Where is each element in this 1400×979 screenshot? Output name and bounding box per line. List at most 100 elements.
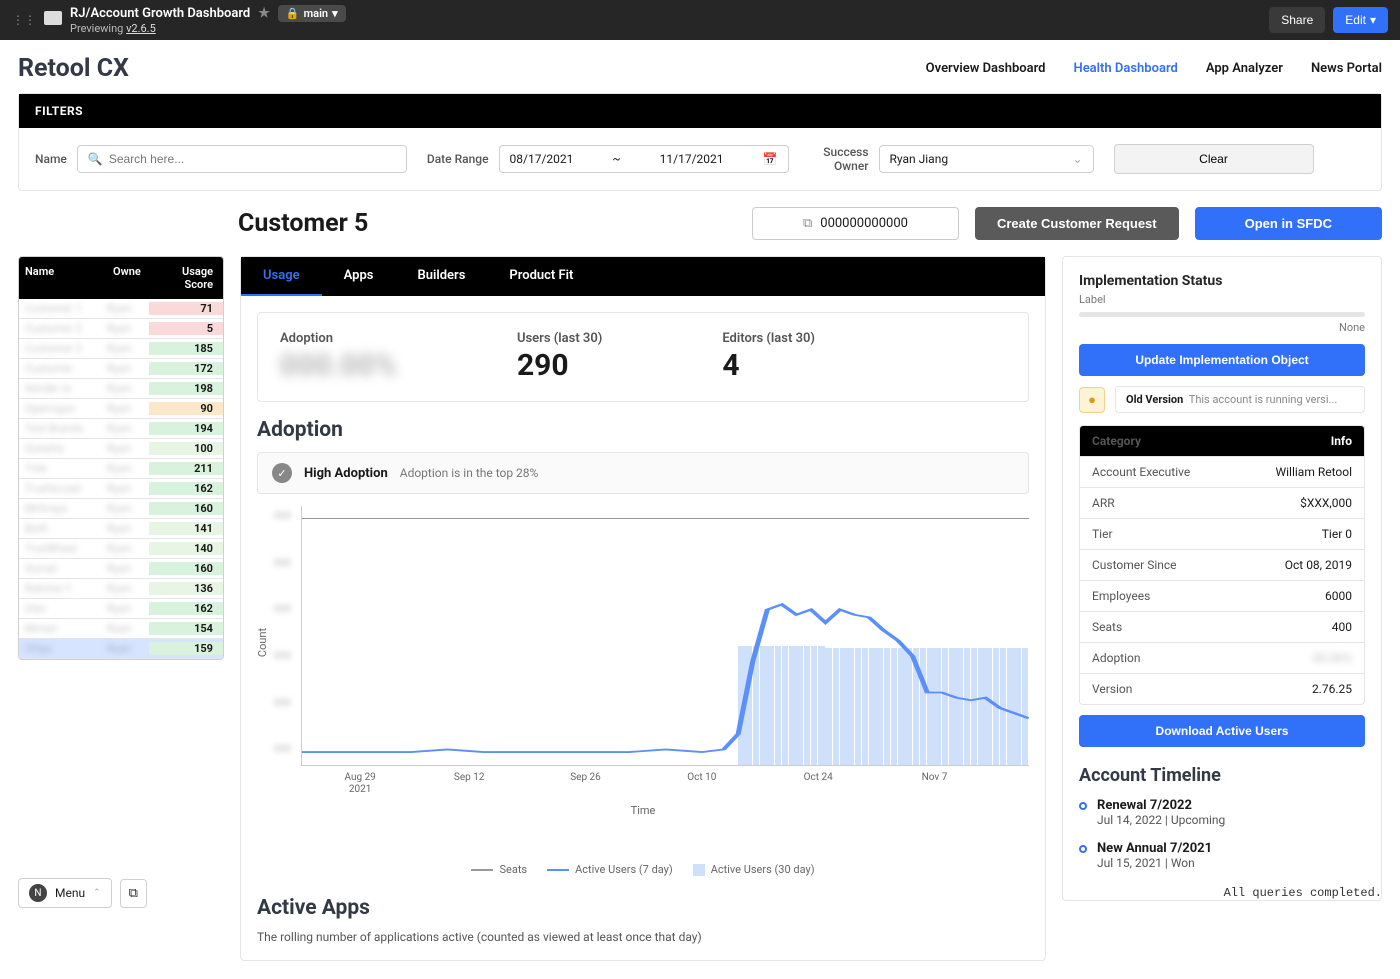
info-row: Adoption00.00% [1080, 642, 1364, 673]
copy-icon: ⧉ [803, 216, 812, 231]
create-request-button[interactable]: Create Customer Request [975, 207, 1179, 240]
clear-button[interactable]: Clear [1114, 144, 1314, 174]
timeline-title: Account Timeline [1079, 765, 1365, 786]
filter-name-label: Name [35, 152, 67, 166]
drag-handle-icon[interactable]: ⋮⋮ [12, 13, 36, 27]
info-row: Seats400 [1080, 611, 1364, 642]
filter-owner-label: Success Owner [809, 145, 869, 173]
customer-id: 000000000000 [820, 216, 908, 231]
search-icon: 🔍 [88, 152, 103, 166]
table-row[interactable]: Customer 3Ryan185 [19, 339, 223, 359]
info-row: ARR$XXX,000 [1080, 487, 1364, 518]
owner-value: Ryan Jiang [890, 152, 949, 166]
account-info-table: Category Info Account ExecutiveWilliam R… [1079, 425, 1365, 705]
warning-icon: ● [1079, 387, 1105, 413]
search-input[interactable]: 🔍 [77, 145, 407, 173]
edit-button[interactable]: Edit ▾ [1333, 7, 1388, 33]
table-row[interactable]: TrueWheelRyan140 [19, 539, 223, 559]
table-row[interactable]: OttgsRyan159 [19, 639, 223, 659]
impl-progress [1079, 312, 1365, 317]
layers-icon[interactable]: ⧉ [120, 879, 147, 908]
table-row[interactable]: TitleRyan211 [19, 459, 223, 479]
info-row: Employees6000 [1080, 580, 1364, 611]
chevron-down-icon: ▾ [332, 7, 338, 20]
timeline-item: Renewal 7/2022Jul 14, 2022 | Upcoming [1079, 798, 1365, 827]
adoption-banner-title: High Adoption [304, 466, 388, 481]
version-link[interactable]: v2.6.5 [126, 22, 156, 35]
stat-editors-label: Editors (last 30) [722, 331, 815, 346]
nav-health-dashboard[interactable]: Health Dashboard [1073, 61, 1177, 76]
preview-version: Previewing v2.6.5 [70, 22, 346, 35]
nav-app-analyzer[interactable]: App Analyzer [1206, 61, 1283, 76]
stat-adoption-label: Adoption [280, 331, 397, 346]
active-apps-sub: The rolling number of applications activ… [257, 930, 1029, 944]
table-row[interactable]: BothRyan141 [19, 519, 223, 539]
filter-date-label: Date Range [427, 152, 489, 166]
filters-heading: FILTERS [19, 94, 1381, 128]
tab-usage[interactable]: Usage [241, 257, 322, 296]
date-to: 11/17/2021 [660, 152, 724, 166]
info-row: TierTier 0 [1080, 518, 1364, 549]
update-impl-button[interactable]: Update Implementation Object [1079, 344, 1365, 376]
avatar: N [29, 884, 47, 902]
table-row[interactable]: UlavRyan162 [19, 599, 223, 619]
customers-table: Name Owne Usage Score Customer 1Ryan71Cu… [18, 256, 224, 660]
app-path: RJ/Account Growth Dashboard [70, 6, 250, 21]
nav-news-portal[interactable]: News Portal [1311, 61, 1382, 76]
table-row[interactable]: Rakstav fRyan136 [19, 579, 223, 599]
table-row[interactable]: Test BrandsRyan194 [19, 419, 223, 439]
nav-overview-dashboard[interactable]: Overview Dashboard [926, 61, 1046, 76]
table-row[interactable]: Sender tsRyan198 [19, 379, 223, 399]
customer-title: Customer 5 [238, 209, 368, 238]
impl-none: None [1079, 321, 1365, 334]
tab-builders[interactable]: Builders [395, 257, 487, 296]
chevron-down-icon: ⌄ [1072, 152, 1082, 166]
lock-icon: 🔒 [286, 7, 300, 20]
table-row[interactable]: Customer 2Ryan5 [19, 319, 223, 339]
share-button[interactable]: Share [1269, 7, 1325, 33]
adoption-banner-sub: Adoption is in the top 28% [400, 466, 539, 480]
tab-apps[interactable]: Apps [322, 257, 396, 296]
chart-ylabel: Count [256, 627, 269, 656]
th-score[interactable]: Usage Score [149, 257, 223, 299]
tab-product-fit[interactable]: Product Fit [487, 257, 595, 296]
menu-button[interactable]: N Menu ⌃ [18, 878, 112, 908]
info-row: Customer SinceOct 08, 2019 [1080, 549, 1364, 580]
chart-xlabel: Time [257, 804, 1029, 817]
search-field[interactable] [109, 152, 396, 166]
info-th-info: Info [1208, 426, 1364, 456]
adoption-chart: Count 000000000000000000Aug 292021Sep 12… [301, 506, 1029, 766]
star-icon[interactable]: ★ [258, 6, 270, 21]
check-circle-icon: ✓ [272, 463, 292, 483]
info-row: Version2.76.25 [1080, 673, 1364, 704]
warning-text: Old Version This account is running vers… [1115, 386, 1365, 413]
table-row[interactable]: MmedRyan154 [19, 619, 223, 639]
open-sfdc-button[interactable]: Open in SFDC [1195, 207, 1382, 240]
legend-item[interactable]: Active Users (7 day) [547, 863, 673, 876]
stat-users-label: Users (last 30) [517, 331, 602, 346]
th-owner[interactable]: Owne [107, 257, 149, 299]
table-row[interactable]: Customer 1Ryan71 [19, 299, 223, 319]
download-users-button[interactable]: Download Active Users [1079, 715, 1365, 747]
th-name[interactable]: Name [19, 257, 107, 299]
table-row[interactable]: TruefaccedRyan162 [19, 479, 223, 499]
owner-select[interactable]: Ryan Jiang ⌄ [879, 145, 1094, 173]
table-row[interactable]: OpenngonRyan90 [19, 399, 223, 419]
adoption-banner: ✓ High Adoption Adoption is in the top 2… [257, 452, 1029, 494]
branch-name: main [304, 7, 328, 20]
legend-item[interactable]: Seats [471, 863, 527, 876]
table-row[interactable]: SumatRyan160 [19, 559, 223, 579]
table-row[interactable]: CustomerRyan172 [19, 359, 223, 379]
branch-selector[interactable]: 🔒 main ▾ [278, 5, 346, 22]
impl-status-title: Implementation Status [1079, 273, 1365, 289]
legend-item[interactable]: Active Users (30 day) [693, 863, 815, 876]
date-range-input[interactable]: 08/17/2021 ~ 11/17/2021 📅 [499, 145, 789, 173]
chevron-down-icon: ▾ [1370, 13, 1376, 27]
folder-icon [44, 11, 62, 29]
customer-id-box[interactable]: ⧉ 000000000000 [752, 207, 959, 240]
stat-editors-value: 4 [722, 348, 815, 383]
impl-status-label: Label [1079, 293, 1365, 306]
chevron-up-icon: ⌃ [93, 888, 101, 898]
table-row[interactable]: GotathaRyan100 [19, 439, 223, 459]
table-row[interactable]: MithraysRyan160 [19, 499, 223, 519]
